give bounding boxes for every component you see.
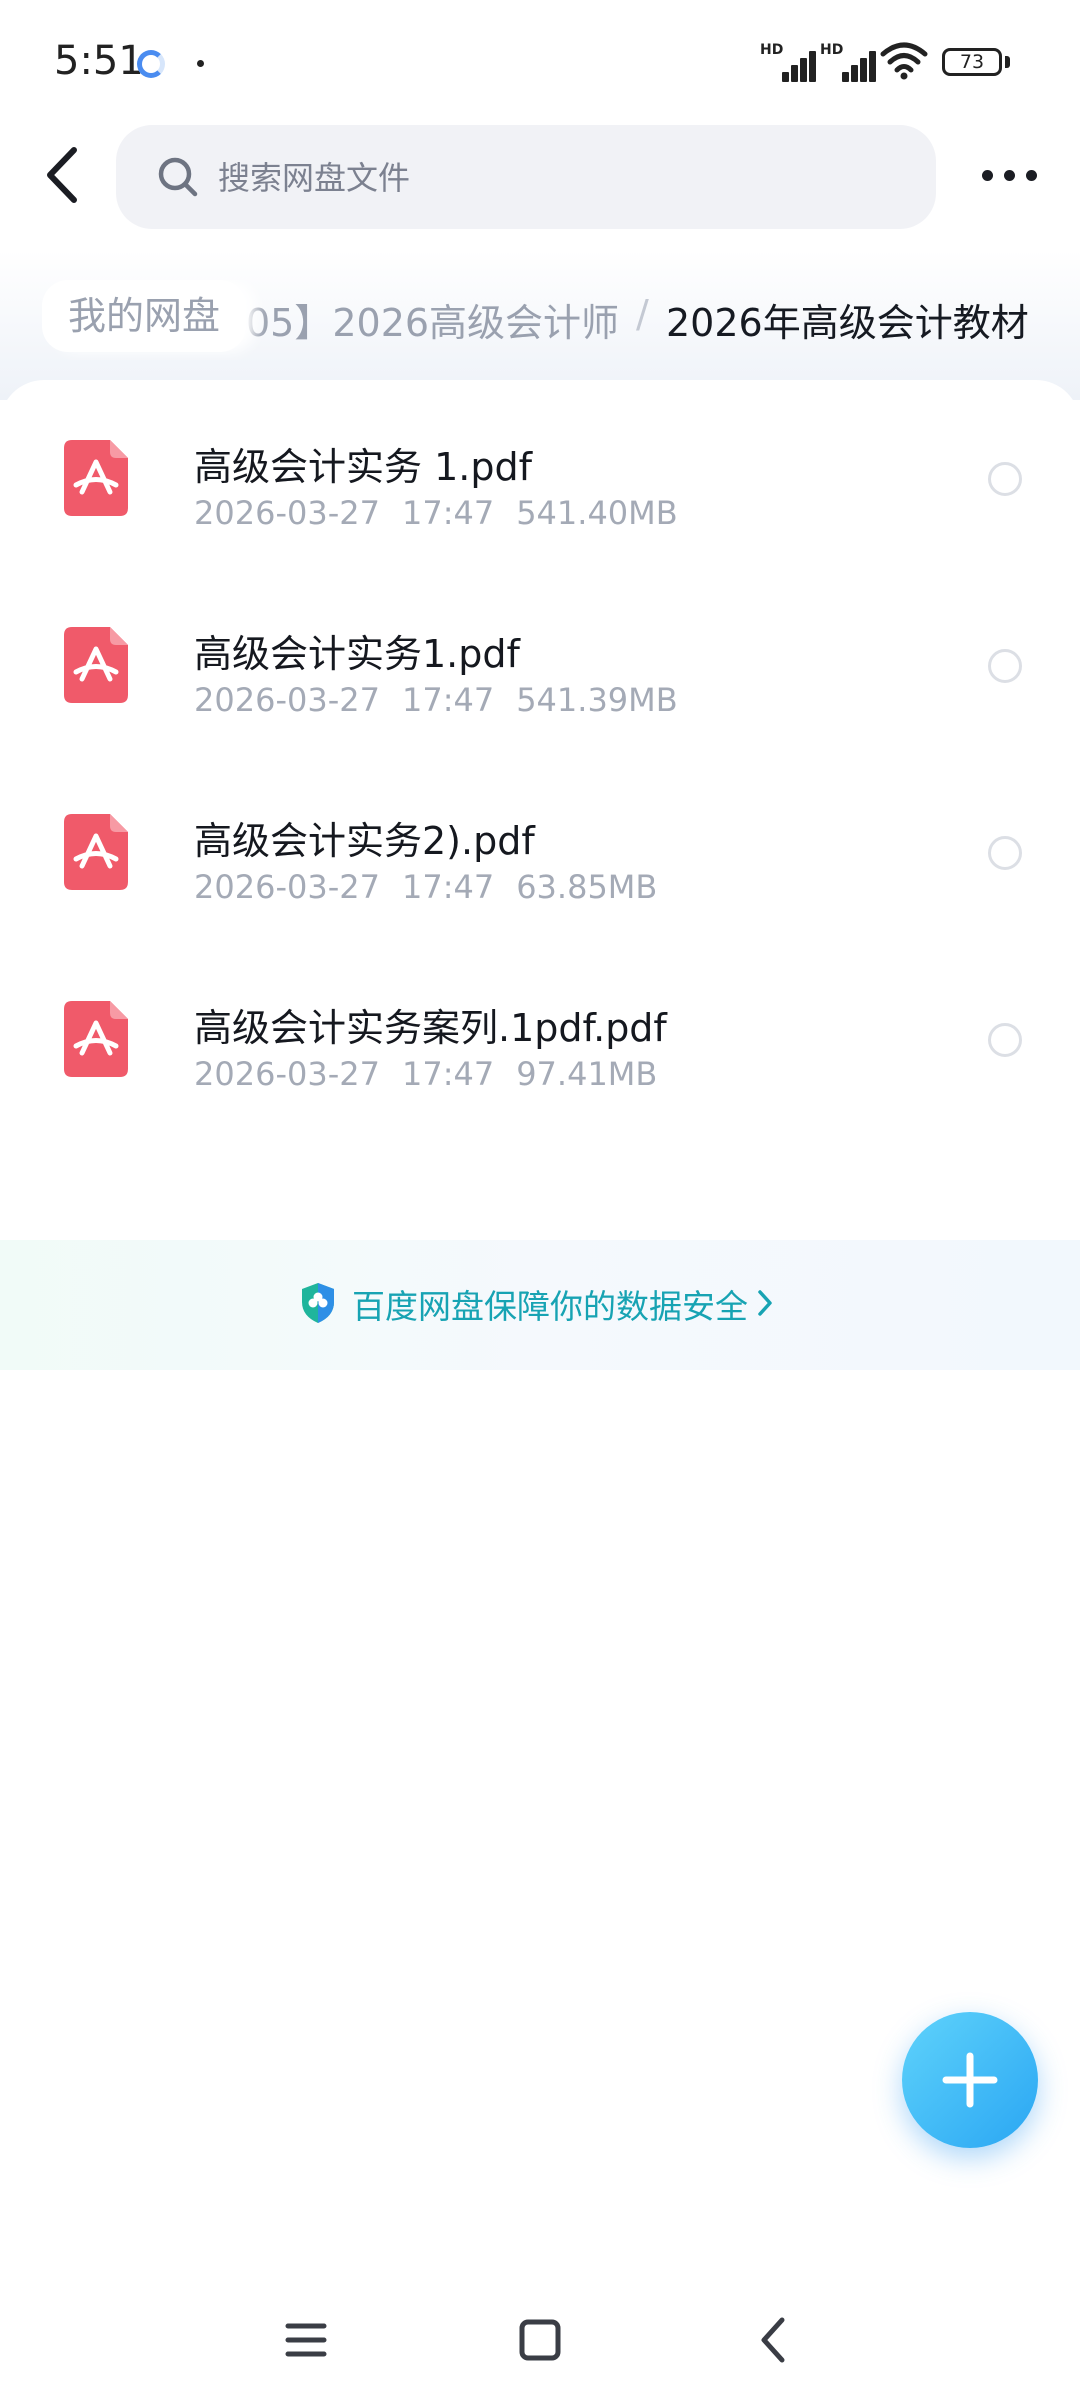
select-checkbox[interactable]: [988, 462, 1022, 496]
battery-cap: [1005, 56, 1010, 68]
file-time: 17:47: [401, 494, 495, 532]
menu-icon[interactable]: [276, 2310, 336, 2370]
file-meta: 2026-03-27 17:47 63.85MB: [194, 868, 679, 906]
file-meta: 2026-03-27 17:47 541.39MB: [194, 681, 700, 719]
signal-icon: HD: [820, 42, 878, 82]
breadcrumb-item-parent[interactable]: 05】2026高级会计师: [246, 292, 619, 347]
pdf-icon: [64, 627, 128, 703]
file-meta: 2026-03-27 17:47 541.40MB: [194, 494, 700, 532]
security-text: 百度网盘保障你的数据安全: [352, 1287, 748, 1326]
back-button[interactable]: [36, 140, 90, 210]
select-checkbox[interactable]: [988, 836, 1022, 870]
file-name: 高级会计实务2).pdf: [194, 819, 535, 863]
more-options-button[interactable]: [980, 158, 1040, 192]
status-time: 5:51: [54, 38, 144, 84]
status-bar: 5:51 HD HD 73: [0, 0, 1080, 120]
file-row[interactable]: 高级会计实务案列.1pdf.pdf 2026-03-27 17:47 97.41MB: [0, 957, 1080, 1143]
file-size: 97.41MB: [516, 1055, 658, 1093]
security-banner[interactable]: 百度网盘保障你的数据安全: [0, 1240, 1080, 1370]
search-bar[interactable]: [116, 125, 936, 231]
file-size: 63.85MB: [516, 868, 658, 906]
file-size: 541.40MB: [516, 494, 678, 532]
file-date: 2026-03-27: [194, 681, 380, 719]
file-row[interactable]: 高级会计实务 1.pdf 2026-03-27 17:47 541.40MB: [0, 396, 1080, 582]
chevron-left-icon: [47, 147, 77, 203]
file-meta: 2026-03-27 17:47 97.41MB: [194, 1055, 679, 1093]
file-date: 2026-03-27: [194, 1055, 380, 1093]
add-button[interactable]: [902, 2012, 1038, 2148]
breadcrumb: 05】2026高级会计师 / 2026年高级会计教材 我的网盘: [0, 280, 1080, 360]
chevron-right-icon: [758, 1290, 772, 1316]
signal-hd-label: HD: [820, 42, 844, 58]
notification-dot-icon: [197, 60, 204, 67]
file-date: 2026-03-27: [194, 868, 380, 906]
home-square-icon[interactable]: [510, 2310, 570, 2370]
back-triangle-icon[interactable]: [744, 2310, 804, 2370]
pdf-icon: [64, 440, 128, 516]
pdf-icon: [64, 1001, 128, 1077]
system-nav-bar: [0, 2290, 1080, 2400]
signal-hd-label: HD: [760, 42, 784, 58]
battery-icon: 73: [942, 48, 1002, 76]
signal-icon: HD: [760, 42, 818, 82]
search-icon: [158, 157, 198, 197]
file-row[interactable]: 高级会计实务2).pdf 2026-03-27 17:47 63.85MB: [0, 770, 1080, 956]
breadcrumb-item-root[interactable]: 我的网盘: [42, 280, 247, 352]
search-input[interactable]: [216, 125, 900, 231]
file-row[interactable]: 高级会计实务1.pdf 2026-03-27 17:47 541.39MB: [0, 583, 1080, 769]
breadcrumb-item-current: 2026年高级会计教材: [666, 301, 1029, 345]
loading-ring-icon: [137, 50, 165, 78]
wifi-icon: [880, 42, 928, 80]
file-name: 高级会计实务1.pdf: [194, 632, 520, 676]
file-name: 高级会计实务 1.pdf: [194, 445, 532, 489]
select-checkbox[interactable]: [988, 649, 1022, 683]
file-name: 高级会计实务案列.1pdf.pdf: [194, 1006, 667, 1050]
breadcrumb-separator: /: [636, 292, 649, 336]
file-size: 541.39MB: [516, 681, 678, 719]
file-date: 2026-03-27: [194, 494, 380, 532]
select-checkbox[interactable]: [988, 1023, 1022, 1057]
plus-icon: [942, 2052, 998, 2108]
file-time: 17:47: [401, 868, 495, 906]
file-time: 17:47: [401, 1055, 495, 1093]
file-time: 17:47: [401, 681, 495, 719]
shield-icon: [302, 1283, 334, 1323]
pdf-icon: [64, 814, 128, 890]
more-horizontal-icon: [982, 170, 993, 181]
